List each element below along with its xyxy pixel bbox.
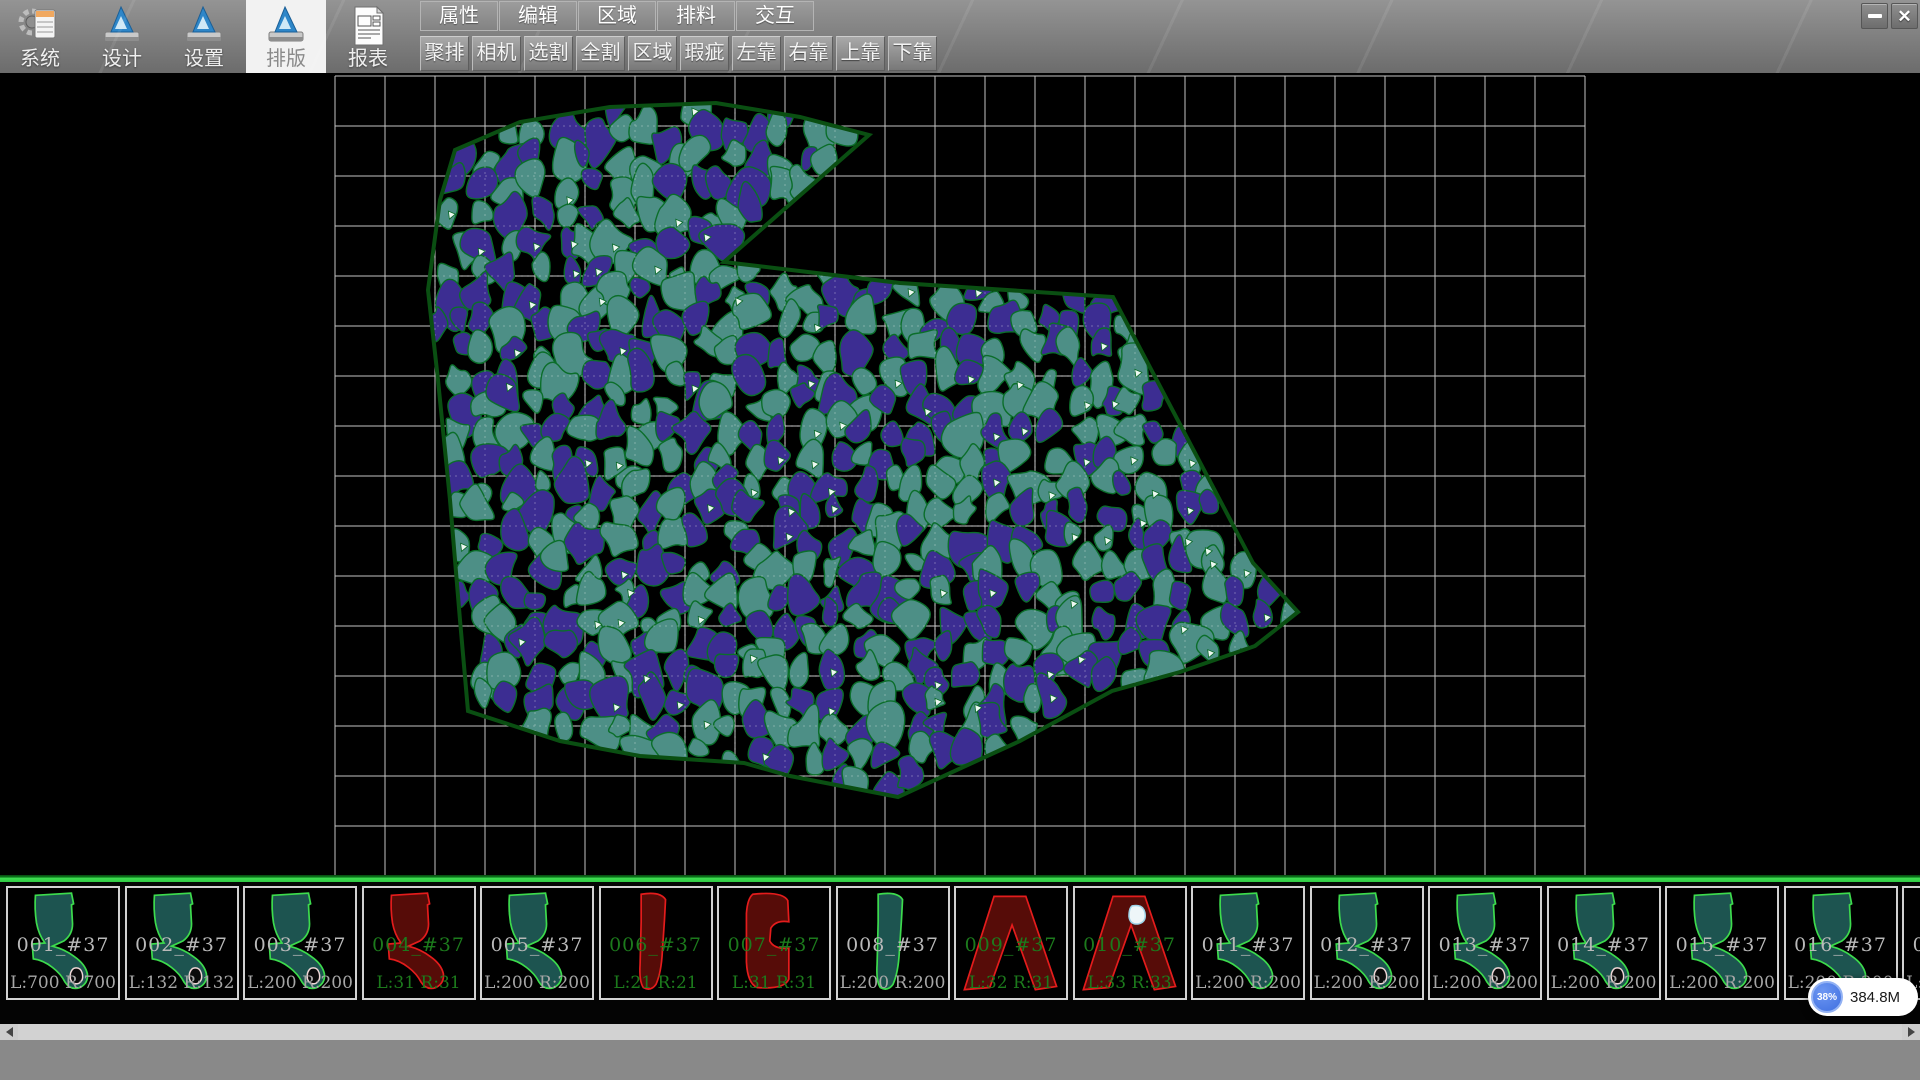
piece-thumbnail-2[interactable]: 002_#37L:132 R:132 xyxy=(125,886,239,1000)
minimize-button[interactable] xyxy=(1861,3,1888,29)
nested-layout-drawing xyxy=(0,73,1920,875)
piece-shape-preview xyxy=(484,890,590,996)
application-window: 系统设计设置排版报表 属性编辑区域排料交互 聚排相机选割全割区域瑕疵左靠右靠上靠… xyxy=(0,0,1920,1080)
tool-button-7[interactable]: 左靠 xyxy=(732,36,781,71)
main-toolbar: 系统设计设置排版报表 属性编辑区域排料交互 聚排相机选割全割区域瑕疵左靠右靠上靠… xyxy=(0,0,1920,74)
piece-thumbnail-5[interactable]: 005_#37L:200 R:200 xyxy=(480,886,594,1000)
tool-button-4[interactable]: 全割 xyxy=(576,36,625,71)
status-bar xyxy=(0,1040,1920,1080)
nesting-canvas[interactable] xyxy=(0,73,1920,875)
tool-button-8[interactable]: 右靠 xyxy=(784,36,833,71)
scroll-left-button[interactable] xyxy=(0,1024,18,1040)
toolbar-button-2[interactable]: 设计 xyxy=(82,0,162,73)
tool-button-row: 聚排相机选割全割区域瑕疵左靠右靠上靠下靠 xyxy=(420,36,937,71)
tool-button-5[interactable]: 区域 xyxy=(628,36,677,71)
toolbar-button-label: 设计 xyxy=(102,48,142,70)
scroll-right-button[interactable] xyxy=(1902,1024,1920,1040)
toolbar-button-1[interactable]: 系统 xyxy=(0,0,80,73)
piece-shape-preview xyxy=(1314,890,1420,996)
piece-shape-preview xyxy=(247,890,353,996)
piece-shape-preview xyxy=(721,890,827,996)
menu-tab-4[interactable]: 排料 xyxy=(657,1,735,31)
system-gear-icon xyxy=(17,4,63,48)
piece-thumbnail-8[interactable]: 008_#37L:200 R:200 xyxy=(836,886,950,1000)
menu-tab-bar: 属性编辑区域排料交互 xyxy=(420,1,815,33)
piece-thumbnail-4[interactable]: 004_#37L:31 R:31 xyxy=(362,886,476,1000)
close-icon: ✕ xyxy=(1897,8,1911,25)
menu-tab-2[interactable]: 编辑 xyxy=(499,1,577,31)
menu-tab-1[interactable]: 属性 xyxy=(420,1,498,31)
tool-button-6[interactable]: 瑕疵 xyxy=(680,36,729,71)
piece-shape-preview xyxy=(840,890,946,996)
tool-button-2[interactable]: 相机 xyxy=(472,36,521,71)
piece-thumbnail-14[interactable]: 014_#37L:200 R:200 xyxy=(1547,886,1661,1000)
toolbar-button-4[interactable]: 排版 xyxy=(246,0,326,73)
close-button[interactable]: ✕ xyxy=(1891,3,1918,29)
toolbar-button-label: 报表 xyxy=(348,48,388,70)
toolbar-button-label: 排版 xyxy=(266,48,306,70)
chevron-left-icon xyxy=(6,1027,13,1037)
piece-thumbnail-strip: 001_#37L:700 R:700002_#37L:132 R:132003_… xyxy=(0,882,1920,1024)
tool-button-9[interactable]: 上靠 xyxy=(836,36,885,71)
piece-shape-preview xyxy=(366,890,472,996)
piece-thumbnail-7[interactable]: 007_#37L:31 R:31 xyxy=(717,886,831,1000)
table xyxy=(35,10,55,38)
piece-shape-preview xyxy=(129,890,235,996)
piece-shape-preview xyxy=(603,890,709,996)
toolbar-button-3[interactable]: 设置 xyxy=(164,0,244,73)
piece-thumbnail-12[interactable]: 012_#37L:200 R:200 xyxy=(1310,886,1424,1000)
piece-thumbnail-13[interactable]: 013_#37L:200 R:200 xyxy=(1428,886,1542,1000)
horizontal-scrollbar[interactable] xyxy=(0,1024,1920,1040)
piece-shape-preview xyxy=(1551,890,1657,996)
tool-button-3[interactable]: 选割 xyxy=(524,36,573,71)
progress-badge: 38% 384.8M xyxy=(1808,978,1918,1016)
tool-button-10[interactable]: 下靠 xyxy=(888,36,937,71)
piece-thumbnail-6[interactable]: 006_#37L:21 R:21 xyxy=(599,886,713,1000)
progress-circle: 38% xyxy=(1811,981,1843,1013)
strip-separator xyxy=(0,875,1920,882)
piece-thumbnail-15[interactable]: 015_#37L:200 R:200 xyxy=(1665,886,1779,1000)
piece-shape-preview xyxy=(1669,890,1775,996)
piece-shape-preview xyxy=(10,890,116,996)
tool-button-1[interactable]: 聚排 xyxy=(420,36,469,71)
menu-tab-5[interactable]: 交互 xyxy=(736,1,814,31)
report-doc-icon xyxy=(345,4,391,48)
piece-shape-preview xyxy=(1195,890,1301,996)
minimize-icon xyxy=(1868,14,1882,18)
piece-thumbnail-1[interactable]: 001_#37L:700 R:700 xyxy=(6,886,120,1000)
set-square-icon xyxy=(99,4,145,48)
set-square-icon xyxy=(181,4,227,48)
piece-thumbnail-9[interactable]: 009_#37L:32 R:31 xyxy=(954,886,1068,1000)
piece-shape-preview xyxy=(958,890,1064,996)
piece-shape-preview xyxy=(1432,890,1538,996)
toolbar-button-5[interactable]: 报表 xyxy=(328,0,408,73)
piece-shape-preview xyxy=(1077,890,1183,996)
piece-thumbnail-10[interactable]: 010_#37L:33 R:33 xyxy=(1073,886,1187,1000)
memory-usage-label: 384.8M xyxy=(1850,989,1900,1006)
piece-thumbnail-11[interactable]: 011_#37L:200 R:200 xyxy=(1191,886,1305,1000)
piece-thumbnail-3[interactable]: 003_#37L:200 R:200 xyxy=(243,886,357,1000)
set-square-icon xyxy=(263,4,309,48)
toolbar-button-label: 系统 xyxy=(20,48,60,70)
toolbar-button-label: 设置 xyxy=(184,48,224,70)
menu-tab-3[interactable]: 区域 xyxy=(578,1,656,31)
chevron-right-icon xyxy=(1908,1027,1915,1037)
